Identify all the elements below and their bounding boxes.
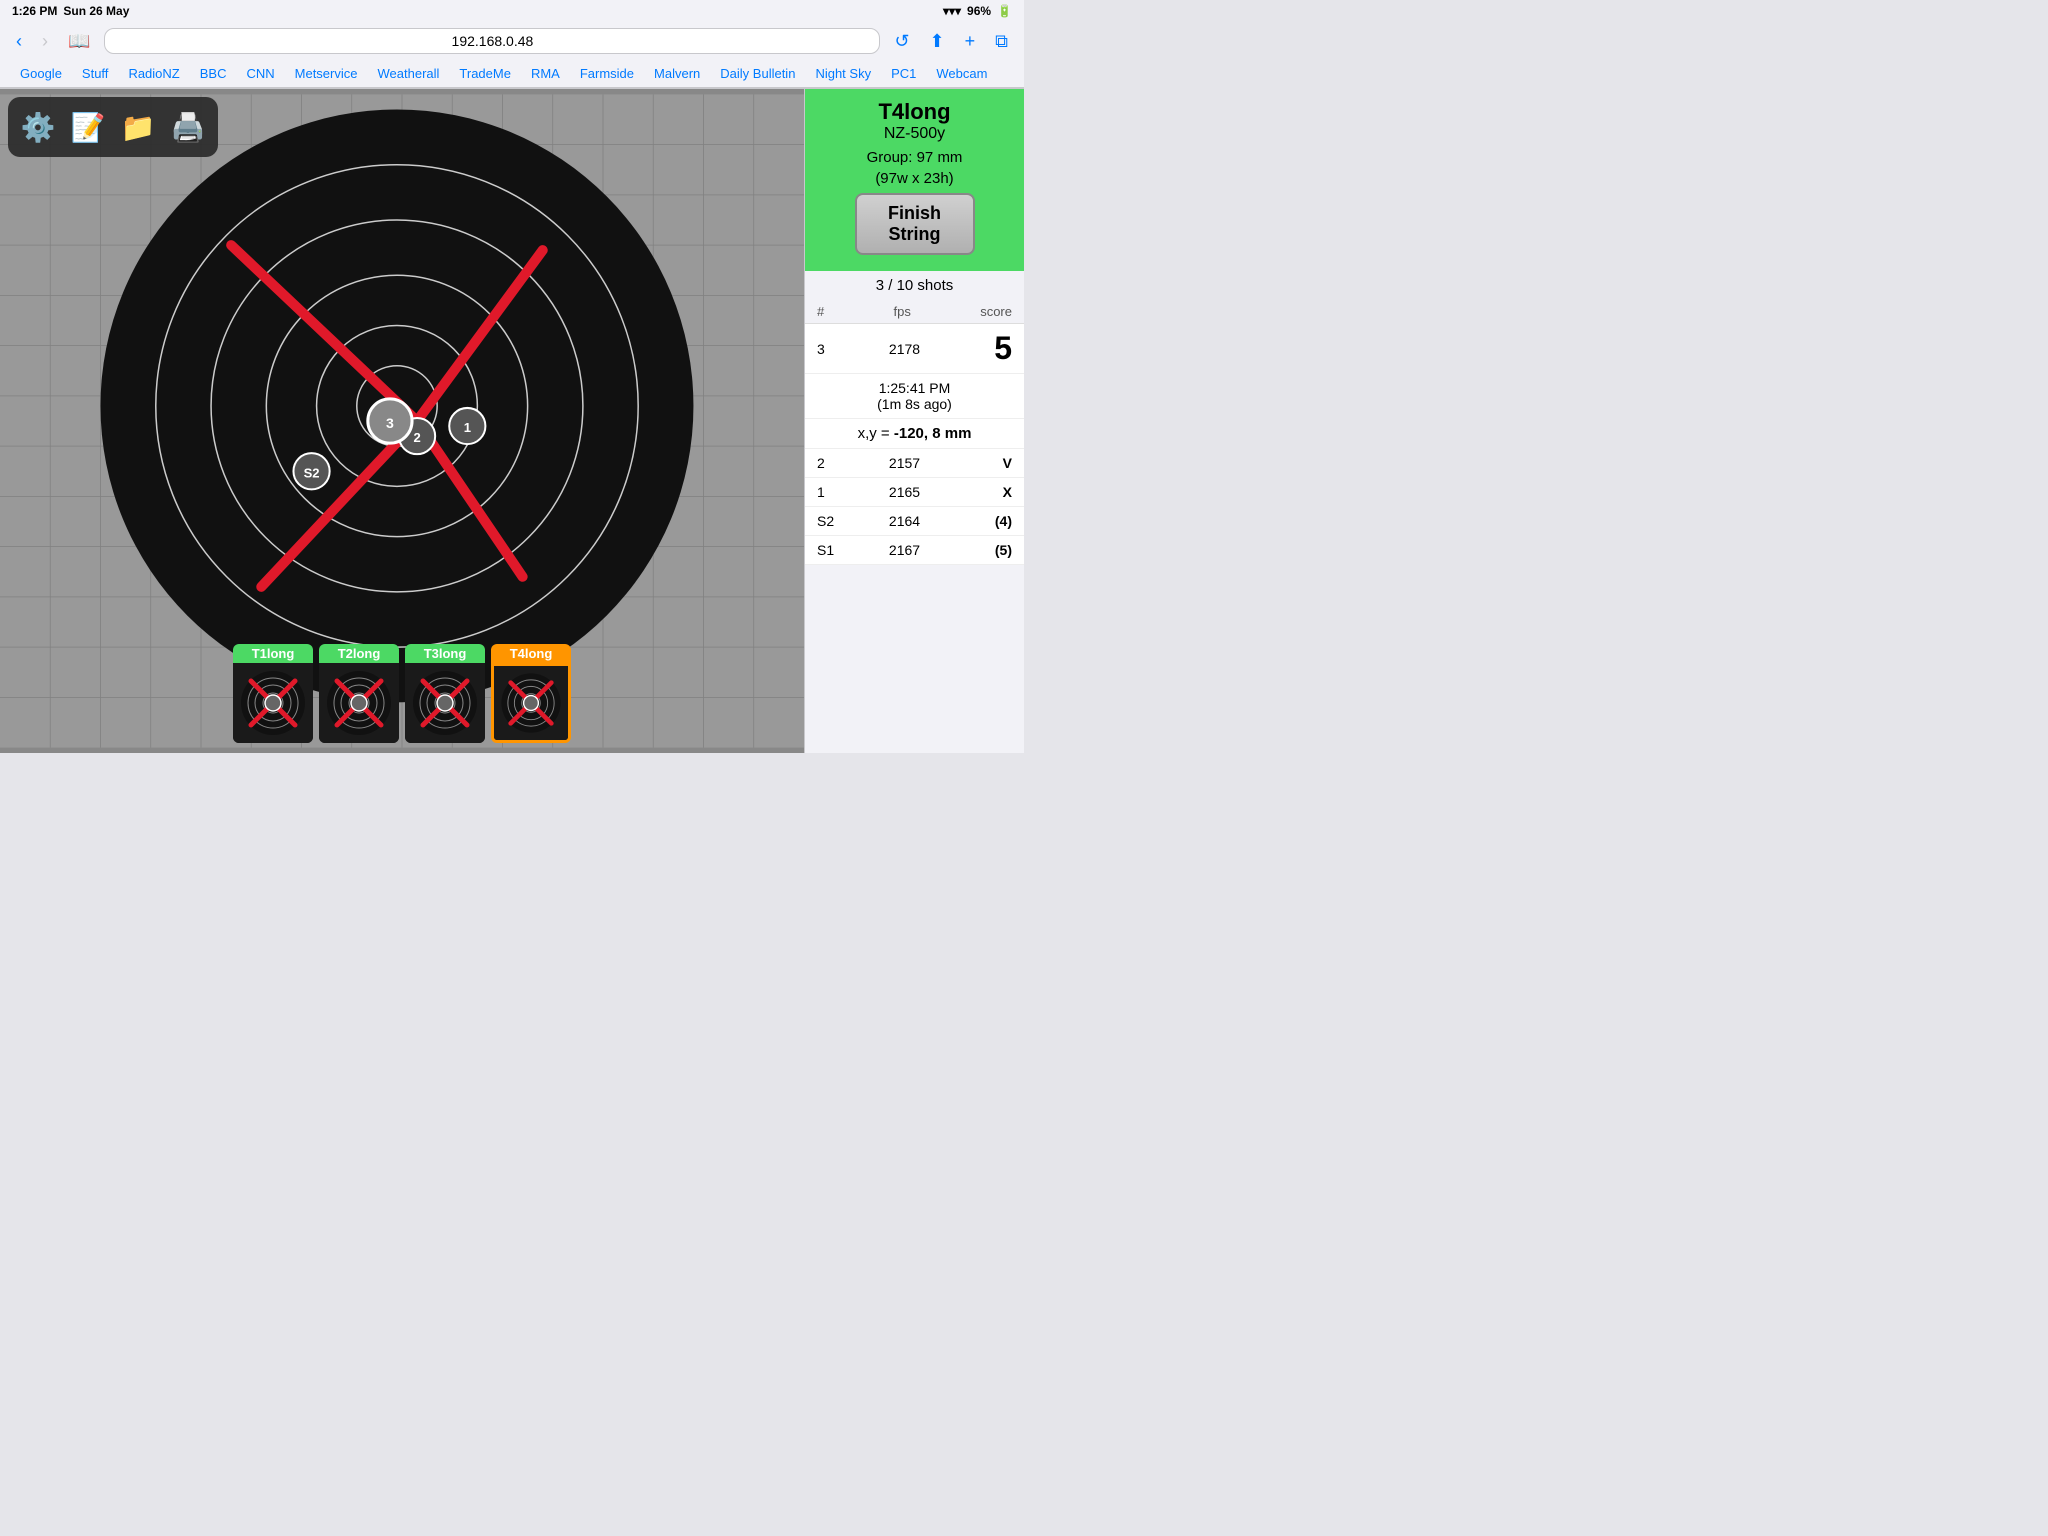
nav-bar: ‹ › 📖 ↺ ⬆ + ⧉ xyxy=(0,22,1024,60)
finish-string-button[interactable]: FinishString xyxy=(855,193,975,255)
thumb-img-0 xyxy=(233,663,313,743)
thumb-label-2: T3long xyxy=(405,644,485,663)
shot-fps-1: 2165 xyxy=(847,484,962,500)
folder-button[interactable]: 📁 xyxy=(116,105,160,149)
col-num-header: # xyxy=(817,304,824,319)
browser-chrome: ‹ › 📖 ↺ ⬆ + ⧉ GoogleStuffRadioNZBBCCNNMe… xyxy=(0,22,1024,89)
svg-text:1: 1 xyxy=(464,420,471,435)
shots-header: # fps score xyxy=(805,300,1024,324)
shot-xy-value: -120, 8 mm xyxy=(894,425,972,442)
bookmark-farmside[interactable]: Farmside xyxy=(570,64,644,83)
bookmark-night-sky[interactable]: Night Sky xyxy=(805,64,881,83)
status-bar: 1:26 PM Sun 26 May ▾▾▾ 96% 🔋 xyxy=(0,0,1024,22)
shot-score-1: X xyxy=(962,484,1012,500)
url-bar[interactable] xyxy=(104,28,880,54)
thumb-label-0: T1long xyxy=(233,644,313,663)
svg-text:S2: S2 xyxy=(304,465,320,480)
date: Sun 26 May xyxy=(63,4,129,18)
bookmark-radionz[interactable]: RadioNZ xyxy=(118,64,189,83)
notes-button[interactable]: 📝 xyxy=(66,105,110,149)
group-detail: (97w x 23h) xyxy=(815,170,1014,187)
tabs-button[interactable]: ⧉ xyxy=(989,29,1014,54)
shot-num-S2: S2 xyxy=(817,513,847,529)
shot-row-S1: S1 2167 (5) xyxy=(805,536,1024,565)
thumbnail-t3long[interactable]: T3long xyxy=(405,644,485,743)
settings-button[interactable]: ⚙️ xyxy=(16,105,60,149)
shot-fps-S2: 2164 xyxy=(847,513,962,529)
session-subtitle: NZ-500y xyxy=(815,125,1014,143)
shot-num-S1: S1 xyxy=(817,542,847,558)
shot-fps-2: 2157 xyxy=(847,455,962,471)
shot-xy: x,y = -120, 8 mm xyxy=(805,419,1024,449)
thumbnail-t4long[interactable]: T4long xyxy=(491,644,571,743)
bookmark-metservice[interactable]: Metservice xyxy=(285,64,368,83)
thumb-img-2 xyxy=(405,663,485,743)
reload-button[interactable]: ↺ xyxy=(888,29,915,54)
bookmark-rma[interactable]: RMA xyxy=(521,64,570,83)
right-panel: T4long NZ-500y Group: 97 mm (97w x 23h) … xyxy=(804,89,1024,753)
shot-time: 1:25:41 PM (1m 8s ago) xyxy=(805,374,1024,419)
thumbnails: T1long T2long T3long xyxy=(233,644,571,743)
bookmark-webcam[interactable]: Webcam xyxy=(926,64,997,83)
target-area: S2 2 1 3 ⚙️ 📝 📁 🖨️ T1long xyxy=(0,89,804,753)
session-info: T4long NZ-500y Group: 97 mm (97w x 23h) … xyxy=(805,89,1024,271)
battery: 96% xyxy=(967,4,991,18)
thumb-label-3: T4long xyxy=(491,644,571,663)
share-button[interactable]: ⬆ xyxy=(924,29,951,54)
thumbnail-t1long[interactable]: T1long xyxy=(233,644,313,743)
thumb-img-3 xyxy=(491,663,571,743)
shots-count: 3 / 10 shots xyxy=(805,271,1024,300)
svg-text:2: 2 xyxy=(413,430,420,445)
bookmark-stuff[interactable]: Stuff xyxy=(72,64,119,83)
bookmark-daily-bulletin[interactable]: Daily Bulletin xyxy=(710,64,805,83)
bookmarks-bar: GoogleStuffRadioNZBBCCNNMetserviceWeathe… xyxy=(0,60,1024,88)
thumb-label-1: T2long xyxy=(319,644,399,663)
col-fps-header: fps xyxy=(894,304,911,319)
toolbar-overlay: ⚙️ 📝 📁 🖨️ xyxy=(8,97,218,157)
thumbnail-t2long[interactable]: T2long xyxy=(319,644,399,743)
shot-row-S2: S2 2164 (4) xyxy=(805,507,1024,536)
battery-icon: 🔋 xyxy=(997,4,1012,18)
wifi-icon: ▾▾▾ xyxy=(943,4,961,18)
shot-num-3: 3 xyxy=(817,341,847,357)
bookmark-weatherall[interactable]: Weatherall xyxy=(368,64,450,83)
shot-score-2: V xyxy=(962,455,1012,471)
bookmarks-button[interactable]: 📖 xyxy=(62,29,96,54)
shot-fps-3: 2178 xyxy=(847,341,962,357)
shot-score-S1: (5) xyxy=(962,542,1012,558)
highlighted-shot-row: 3 2178 5 xyxy=(805,324,1024,374)
thumb-img-1 xyxy=(319,663,399,743)
bookmark-pc1[interactable]: PC1 xyxy=(881,64,926,83)
shot-score-3: 5 xyxy=(962,330,1012,367)
main-content: S2 2 1 3 ⚙️ 📝 📁 🖨️ T1long xyxy=(0,89,1024,753)
time: 1:26 PM xyxy=(12,4,57,18)
bookmark-malvern[interactable]: Malvern xyxy=(644,64,710,83)
bookmark-google[interactable]: Google xyxy=(10,64,72,83)
bookmark-bbc[interactable]: BBC xyxy=(190,64,237,83)
group-label: Group: 97 mm xyxy=(815,149,1014,166)
other-shots: 2 2157 V 1 2165 X S2 2164 (4) S1 2167 (5… xyxy=(805,449,1024,565)
svg-text:3: 3 xyxy=(386,415,394,431)
session-title: T4long xyxy=(815,99,1014,125)
bookmark-trademe[interactable]: TradeMe xyxy=(449,64,521,83)
shot-score-S2: (4) xyxy=(962,513,1012,529)
add-tab-button[interactable]: + xyxy=(959,29,982,54)
shot-row-1: 1 2165 X xyxy=(805,478,1024,507)
shot-row-2: 2 2157 V xyxy=(805,449,1024,478)
print-button[interactable]: 🖨️ xyxy=(166,105,210,149)
bookmark-cnn[interactable]: CNN xyxy=(236,64,284,83)
shot-num-1: 1 xyxy=(817,484,847,500)
col-score-header: score xyxy=(980,304,1012,319)
shot-num-2: 2 xyxy=(817,455,847,471)
shot-fps-S1: 2167 xyxy=(847,542,962,558)
forward-button[interactable]: › xyxy=(36,29,54,54)
back-button[interactable]: ‹ xyxy=(10,29,28,54)
